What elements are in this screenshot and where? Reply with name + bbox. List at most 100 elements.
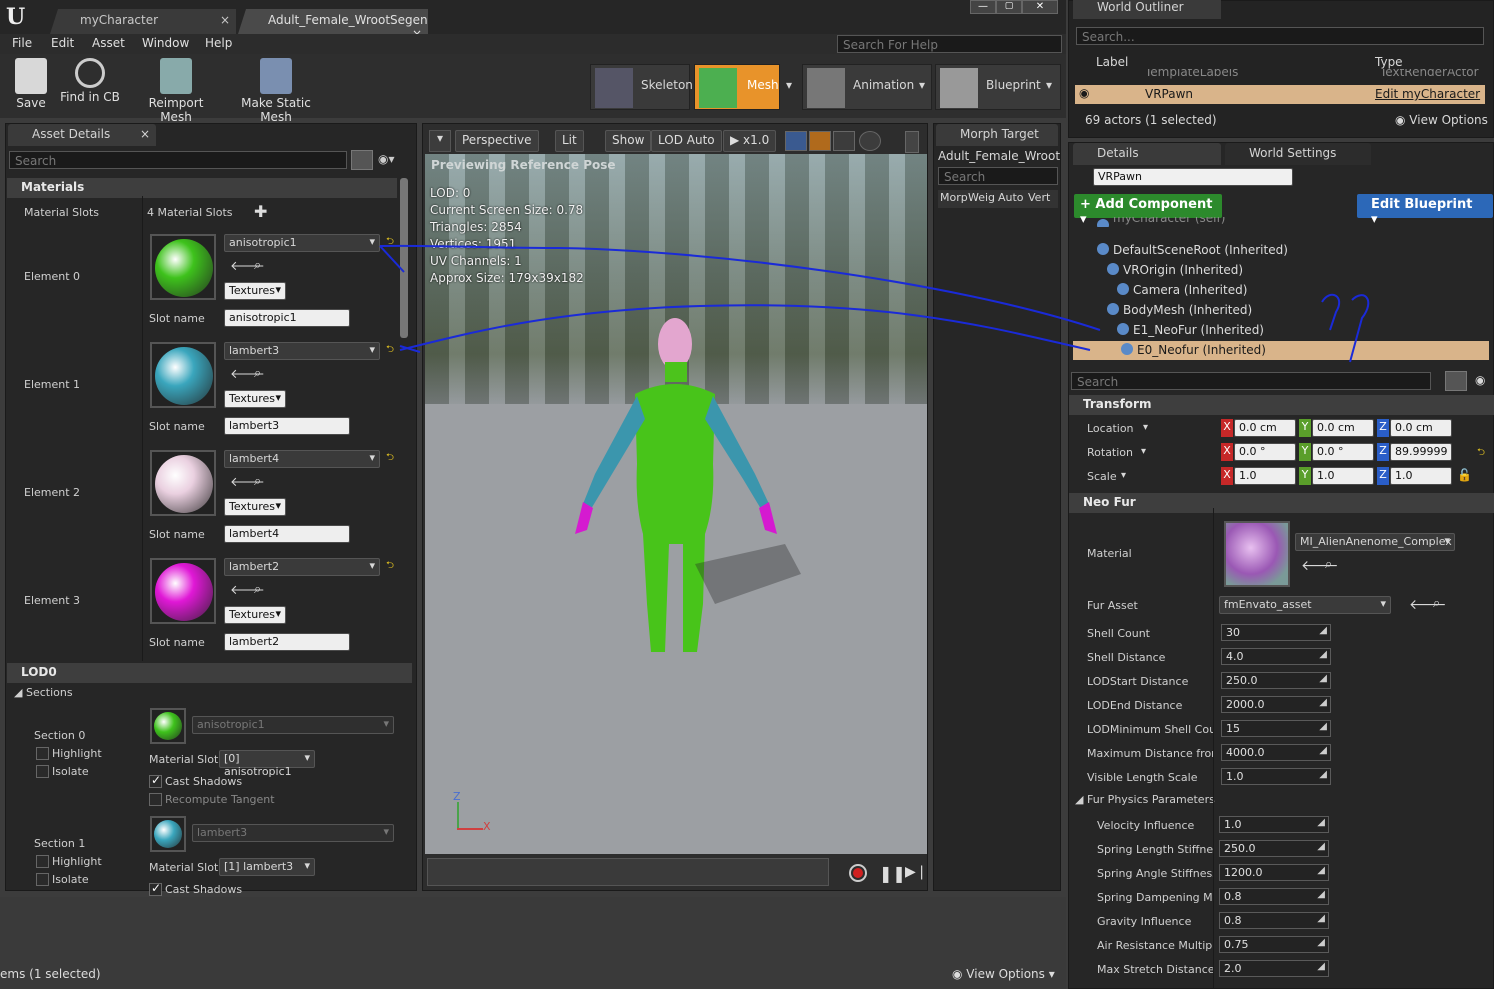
- prop-value-input[interactable]: 4000.0: [1221, 744, 1331, 761]
- prop-value-input[interactable]: 15: [1221, 720, 1331, 737]
- physics-value-input[interactable]: 1200.0: [1219, 864, 1329, 881]
- location-y-input[interactable]: 0.0 cm: [1312, 419, 1374, 437]
- translate-icon[interactable]: [785, 131, 807, 151]
- morph-search-input[interactable]: Search: [938, 167, 1058, 185]
- browse-icon[interactable]: ⌕: [1433, 596, 1440, 611]
- eye-icon[interactable]: ◉▾: [378, 152, 395, 166]
- material-combo[interactable]: lambert3: [224, 342, 380, 360]
- mode-skeleton[interactable]: Skeleton: [590, 64, 693, 110]
- browse-icon[interactable]: ⌕: [1325, 557, 1332, 572]
- material-thumbnail[interactable]: [150, 558, 216, 624]
- tab-adult-female[interactable]: Adult_Female_WrootSegen×: [238, 9, 428, 34]
- vp-menu-button[interactable]: ▾: [429, 130, 451, 152]
- help-search-input[interactable]: Search For Help: [837, 35, 1062, 53]
- show-button[interactable]: Show: [605, 130, 652, 152]
- transform-header[interactable]: Transform: [1069, 395, 1494, 415]
- mesh-dropdown-icon[interactable]: ▾: [786, 78, 792, 92]
- actor-name-input[interactable]: VRPawn: [1093, 168, 1293, 186]
- physics-value-input[interactable]: 250.0: [1219, 840, 1329, 857]
- fur-physics-header[interactable]: ◢ Fur Physics Parameters: [1075, 793, 1215, 806]
- reset-icon[interactable]: ⮌: [386, 234, 394, 251]
- reimport-mesh-button[interactable]: Reimport Mesh: [132, 58, 220, 124]
- tab-world-settings[interactable]: World Settings: [1225, 143, 1371, 165]
- menu-edit[interactable]: Edit: [51, 36, 74, 50]
- component-tree-item[interactable]: VROrigin (Inherited): [1069, 261, 1489, 280]
- cast-shadows-checkbox[interactable]: [149, 881, 162, 896]
- highlight-checkbox[interactable]: [36, 747, 49, 760]
- slot-name-input[interactable]: lambert3: [224, 417, 350, 435]
- component-tree-item[interactable]: DefaultSceneRoot (Inherited): [1069, 241, 1489, 260]
- world-icon[interactable]: [859, 131, 881, 151]
- outliner-col-type[interactable]: Type: [1375, 55, 1403, 69]
- tab-asset-details[interactable]: Asset Details ×: [8, 124, 156, 146]
- material-combo[interactable]: lambert2: [224, 558, 380, 576]
- mode-blueprint[interactable]: Blueprint ▾: [935, 64, 1061, 110]
- eye-icon[interactable]: ◉: [1475, 373, 1485, 387]
- rotation-y-input[interactable]: 0.0 °: [1312, 443, 1374, 461]
- physics-value-input[interactable]: 0.8: [1219, 912, 1329, 929]
- material-combo[interactable]: lambert4: [224, 450, 380, 468]
- rotation-x-input[interactable]: 0.0 °: [1234, 443, 1296, 461]
- edit-blueprint-button[interactable]: Edit Blueprint ▾: [1357, 194, 1493, 227]
- close-icon[interactable]: ×: [220, 13, 230, 27]
- speed-button[interactable]: ▶ x1.0: [723, 130, 777, 152]
- reset-icon[interactable]: ⮌: [386, 558, 394, 575]
- list-view-icon[interactable]: [351, 150, 373, 170]
- section-material-thumbnail[interactable]: [150, 708, 186, 744]
- fur-material-thumbnail[interactable]: [1224, 521, 1290, 587]
- physics-value-input[interactable]: 0.75: [1219, 936, 1329, 953]
- tab-mycharacter[interactable]: myCharacter ×: [50, 9, 236, 34]
- scale-y-input[interactable]: 1.0: [1312, 467, 1374, 485]
- component-tree-item[interactable]: E0_Neofur (Inherited): [1073, 341, 1489, 360]
- timeline-bar[interactable]: [427, 858, 829, 886]
- outliner-view-options[interactable]: ◉ View Options: [1395, 113, 1488, 127]
- browse-icon[interactable]: ⌕: [254, 582, 261, 597]
- maximize-button[interactable]: ▢: [996, 0, 1022, 14]
- lod-button[interactable]: LOD Auto: [651, 130, 722, 152]
- step-forward-button[interactable]: ▶❘: [905, 864, 928, 880]
- section-material-thumbnail[interactable]: [150, 816, 186, 852]
- rotation-label[interactable]: Rotation: [1087, 446, 1133, 459]
- slot-name-input[interactable]: lambert4: [224, 525, 350, 543]
- material-slot-combo[interactable]: [1] lambert3: [219, 858, 315, 876]
- chevron-down-icon[interactable]: ▾: [1121, 470, 1126, 481]
- scale-icon[interactable]: [833, 131, 855, 151]
- prop-value-input[interactable]: 30: [1221, 624, 1331, 641]
- use-selected-icon[interactable]: 🡐: [1301, 557, 1339, 574]
- menu-window[interactable]: Window: [142, 36, 189, 50]
- material-thumbnail[interactable]: [150, 234, 216, 300]
- prop-value-input[interactable]: 4.0: [1221, 648, 1331, 665]
- highlight-checkbox[interactable]: [36, 855, 49, 868]
- prop-value-input[interactable]: 2000.0: [1221, 696, 1331, 713]
- lod0-header[interactable]: LOD0: [7, 663, 412, 683]
- browse-icon[interactable]: ⌕: [254, 366, 261, 381]
- unreal-logo-icon[interactable]: U: [6, 4, 26, 30]
- cast-shadows-checkbox[interactable]: [149, 773, 162, 788]
- prop-value-input[interactable]: 1.0: [1221, 768, 1331, 785]
- material-combo[interactable]: anisotropic1: [224, 234, 380, 252]
- chevron-down-icon[interactable]: ▾: [1141, 446, 1146, 457]
- rotate-icon[interactable]: [809, 131, 831, 151]
- lit-button[interactable]: Lit: [555, 130, 584, 152]
- reset-icon[interactable]: ⮌: [1477, 445, 1485, 462]
- asset-search-input[interactable]: Search: [9, 151, 347, 169]
- reset-icon[interactable]: ⮌: [386, 342, 394, 359]
- browse-icon[interactable]: ⌕: [254, 258, 261, 273]
- sections-header[interactable]: ◢ Sections: [14, 686, 73, 699]
- textures-dropdown[interactable]: Textures: [224, 282, 286, 300]
- add-slot-icon[interactable]: ✚: [254, 202, 267, 221]
- location-label[interactable]: Location: [1087, 422, 1134, 435]
- scale-label[interactable]: Scale: [1087, 470, 1117, 483]
- location-z-input[interactable]: 0.0 cm: [1390, 419, 1452, 437]
- record-button[interactable]: [849, 864, 867, 882]
- character-model[interactable]: [565, 304, 805, 664]
- outliner-col-label[interactable]: Label: [1096, 55, 1128, 69]
- slot-name-input[interactable]: anisotropic1: [224, 309, 350, 327]
- lock-icon[interactable]: 🔓: [1457, 468, 1472, 482]
- component-tree-item[interactable]: E1_NeoFur (Inherited): [1069, 321, 1489, 340]
- textures-dropdown[interactable]: Textures: [224, 606, 286, 624]
- menu-help[interactable]: Help: [205, 36, 232, 50]
- edit-mycharacter-link[interactable]: Edit myCharacter: [1375, 87, 1480, 101]
- fur-asset-combo[interactable]: fmEnvato_asset: [1219, 596, 1391, 614]
- make-static-mesh-button[interactable]: Make Static Mesh: [226, 58, 326, 124]
